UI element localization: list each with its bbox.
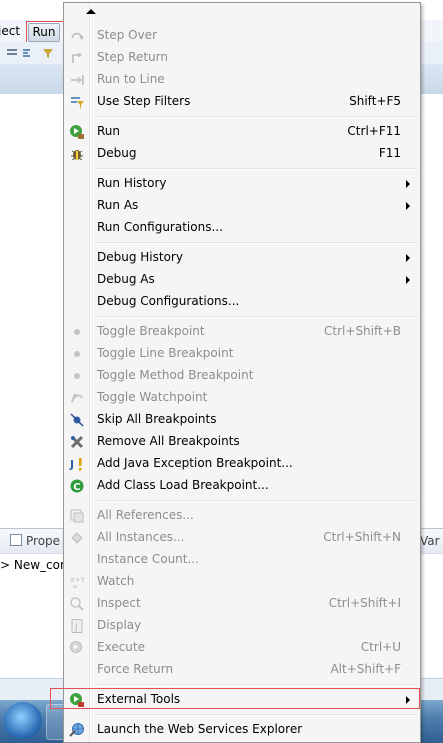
menu-separator (94, 714, 418, 716)
menu-separator (94, 242, 418, 244)
menu-project[interactable]: ject (0, 23, 20, 39)
run-to-line-icon (71, 75, 84, 85)
tab-properties-label: Prope (26, 534, 61, 548)
step-return-icon (72, 52, 82, 63)
skip-breakpoints-icon (70, 413, 84, 427)
menu-item-all-instances[interactable]: All Instances... Ctrl+Shift+N (64, 527, 420, 549)
menu-item-instance-count[interactable]: Instance Count... (64, 549, 420, 571)
menu-item-debug-history[interactable]: Debug History (64, 247, 420, 269)
start-button[interactable] (4, 702, 42, 740)
menu-item-inspect[interactable]: Inspect Ctrl+Shift+I (64, 593, 420, 615)
svg-text:J: J (69, 458, 74, 471)
menu-item-watch[interactable]: X+Y = Watch (64, 571, 420, 593)
web-services-icon (69, 723, 84, 737)
tab-variables[interactable]: Var (420, 534, 440, 548)
instances-icon (71, 532, 83, 544)
submenu-arrow-icon (406, 202, 410, 210)
menu-separator (94, 500, 418, 502)
tab-properties[interactable]: Prope (10, 534, 60, 548)
debug-bug-icon (71, 150, 83, 161)
toolbar-step-icon[interactable] (22, 47, 34, 59)
execute-icon (70, 641, 82, 653)
menu-item-execute[interactable]: Execute Ctrl+U (64, 637, 420, 659)
step-filters-icon (71, 97, 84, 109)
svg-text:J: J (74, 623, 78, 633)
menu-item-toggle-method-breakpoint[interactable]: Toggle Method Breakpoint (64, 365, 420, 387)
menu-item-add-class-load-breakpoint[interactable]: C Add Class Load Breakpoint... (64, 475, 420, 497)
menu-item-launch-web-services-explorer[interactable]: Launch the Web Services Explorer (64, 719, 420, 741)
menu-item-run-as[interactable]: Run As (64, 195, 420, 217)
menu-item-add-java-exception-breakpoint[interactable]: J Add Java Exception Breakpoint... (64, 453, 420, 475)
properties-row[interactable]: > New_cor (0, 558, 65, 572)
run-icon (70, 125, 84, 139)
menu-item-debug[interactable]: Debug F11 (64, 143, 420, 165)
references-icon (70, 509, 84, 523)
menu-item-display[interactable]: J Display (64, 615, 420, 637)
menu-separator (94, 684, 418, 686)
step-over-icon (71, 32, 84, 40)
inspect-icon (70, 597, 84, 611)
breakpoint-dot-icon (74, 329, 80, 335)
menu-item-toggle-line-breakpoint[interactable]: Toggle Line Breakpoint (64, 343, 420, 365)
menu-item-step-over[interactable]: Step Over (64, 25, 420, 47)
breakpoint-dot-icon (74, 373, 80, 379)
menu-item-run-configurations[interactable]: Run Configurations... (64, 217, 420, 239)
class-load-icon: C (70, 479, 84, 493)
menu-item-run-to-line[interactable]: Run to Line (64, 69, 420, 91)
external-tools-highlight-frame (50, 688, 420, 709)
exception-breakpoint-icon: J (69, 458, 82, 471)
menu-item-toggle-breakpoint[interactable]: Toggle Breakpoint Ctrl+Shift+B (64, 321, 420, 343)
breakpoint-dot-icon (74, 351, 80, 357)
properties-icon (10, 534, 22, 546)
svg-text:C: C (73, 482, 80, 493)
menu-item-step-return[interactable]: Step Return (64, 47, 420, 69)
svg-text:=: = (72, 583, 78, 590)
scroll-up-arrow-icon[interactable] (86, 9, 96, 14)
menu-item-use-step-filters[interactable]: Use Step Filters Shift+F5 (64, 91, 420, 113)
menu-item-remove-all-breakpoints[interactable]: Remove All Breakpoints (64, 431, 420, 453)
submenu-arrow-icon (406, 180, 410, 188)
display-icon: J (71, 619, 83, 633)
remove-breakpoints-icon (70, 435, 84, 449)
menu-item-run-history[interactable]: Run History (64, 173, 420, 195)
toolbar-icon[interactable] (6, 47, 18, 59)
menu-item-debug-configurations[interactable]: Debug Configurations... (64, 291, 420, 313)
menu-separator (94, 316, 418, 318)
toolbar-filter-icon[interactable] (42, 47, 54, 59)
menu-item-toggle-watchpoint[interactable]: Toggle Watchpoint (64, 387, 420, 409)
run-menu: Step Over Step Return Run to Line Use St… (63, 2, 421, 743)
menu-item-force-return[interactable]: Force Return Alt+Shift+F (64, 659, 420, 681)
menu-separator (94, 116, 418, 118)
submenu-arrow-icon (406, 254, 410, 262)
watch-icon: X+Y= (70, 576, 85, 590)
menu-item-all-references[interactable]: All References... (64, 505, 420, 527)
menu-item-debug-as[interactable]: Debug As (64, 269, 420, 291)
menu-item-skip-all-breakpoints[interactable]: Skip All Breakpoints (64, 409, 420, 431)
submenu-arrow-icon (406, 276, 410, 284)
menu-item-run[interactable]: Run Ctrl+F11 (64, 121, 420, 143)
watchpoint-icon (71, 394, 83, 403)
menu-separator (94, 168, 418, 170)
